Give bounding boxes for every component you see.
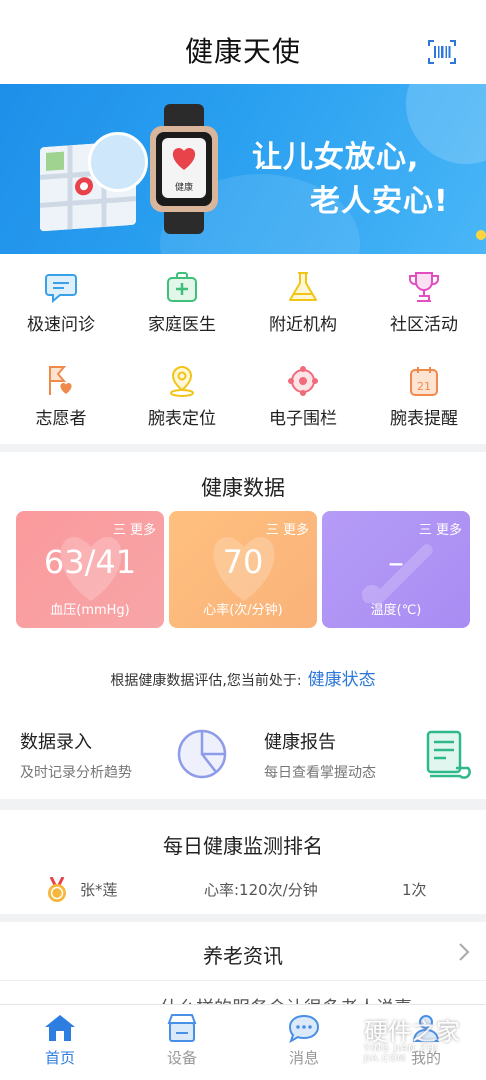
banner-slogan-line1: 让儿女放心, [252,140,420,175]
elderly-couple-avatar [88,132,148,192]
action-label: 家庭医生 [148,315,216,335]
watermark-logo-icon [322,1010,360,1054]
home-icon [45,1015,75,1041]
device-store-icon [167,1014,197,1042]
card-unit: 温度(℃) [370,603,422,618]
chat-consult-icon [45,274,77,304]
watermark-subtext: YING JIAN ZHI JIA.COM [364,1044,439,1064]
more-link[interactable]: 三 更多 [266,519,309,538]
watermark-text: 硬件之家 [364,1018,460,1046]
action-family-doctor[interactable]: 家庭医生 [122,270,242,335]
entry-title: 数据录入 [20,732,92,753]
geofence-icon [288,366,318,396]
trophy-icon [409,272,439,302]
action-label: 电子围栏 [269,409,337,429]
gold-medal-icon [48,877,66,902]
volunteer-icon [49,366,72,395]
watch-screen-label: 健康 [175,181,193,193]
section-title: 每日健康监测排名 [163,834,323,858]
section-title: 养老资讯 [203,944,283,968]
top-bar: 健康天使 [0,0,486,84]
card-unit: 心率(次/分钟) [203,603,283,618]
location-pin-icon [170,365,194,397]
medical-kit-icon [167,272,197,302]
app-title: 健康天使 [184,35,301,68]
health-status-line: 根据健康数据评估,您当前处于: 健康状态 [0,665,486,690]
status-prefix: 根据健康数据评估,您当前处于: [110,673,302,689]
divider [0,980,486,981]
calendar-day-glyph: 21 [417,380,431,393]
report-scroll-icon [426,730,471,779]
tab-devices[interactable]: 设备 [142,1013,222,1068]
banner-indicator [476,230,486,240]
temperature-card[interactable]: 三 更多 – 温度(℃) [322,511,470,628]
ranking-name: 张*莲 [80,881,118,899]
site-watermark: 硬件之家 YING JIAN ZHI JIA.COM [318,1004,478,1070]
data-entry-button[interactable]: 数据录入 及时记录分析趋势 [20,728,250,788]
health-data-section: 健康数据 三 更多 63/41 血压(mmHg) 三 更多 70 心率(次/分钟… [0,452,486,799]
action-label: 附近机构 [269,315,337,335]
section-title: 健康数据 [201,476,285,500]
chevron-right-icon[interactable] [458,942,470,962]
card-value: 63/41 [43,543,137,581]
entry-subtitle: 每日查看掌握动态 [264,765,376,781]
heart-rate-card[interactable]: 三 更多 70 心率(次/分钟) [169,511,317,628]
promo-banner[interactable]: 健康 让儿女放心, 老人安心! [0,84,486,254]
card-value: – [388,543,404,581]
elderly-news-section[interactable]: 养老资讯 什么样的服务会让很多老人说喜 [0,922,486,1004]
health-status-link[interactable]: 健康状态 [308,670,376,690]
action-nearby-institutions[interactable]: 附近机构 [243,270,363,335]
card-unit: 血压(mmHg) [50,603,130,618]
entry-title: 健康报告 [264,732,336,753]
tab-label: 首页 [44,1049,75,1067]
more-link[interactable]: 三 更多 [419,519,462,538]
daily-ranking-section: 每日健康监测排名 张*莲 心率:120次/分钟 1次 [0,810,486,914]
quick-actions-grid: 极速问诊 家庭医生 附近机构 社区活动 志愿者 腕表定位 电子围栏 21 腕表提… [0,254,486,444]
ranking-heart-rate: 心率:120次/分钟 [204,881,318,899]
calendar-reminder-icon: 21 [410,367,438,396]
smartwatch-illustration: 健康 [150,104,218,234]
action-label: 腕表定位 [148,409,216,429]
action-volunteer[interactable]: 志愿者 [1,364,121,429]
message-bubble-icon [288,1014,320,1043]
action-community-events[interactable]: 社区活动 [364,270,484,335]
action-watch-location[interactable]: 腕表定位 [122,364,242,429]
action-label: 极速问诊 [27,315,95,335]
news-headline-peek[interactable]: 什么样的服务会让很多老人说喜 [160,994,460,1004]
blood-pressure-card[interactable]: 三 更多 63/41 血压(mmHg) [16,511,164,628]
health-report-button[interactable]: 健康报告 每日查看掌握动态 [264,728,486,788]
pie-chart-icon [177,729,227,779]
action-label: 志愿者 [35,409,87,429]
action-label: 腕表提醒 [390,409,458,429]
tab-label: 设备 [166,1049,197,1067]
action-label: 社区活动 [390,315,458,335]
tab-home[interactable]: 首页 [20,1013,100,1068]
action-fast-consult[interactable]: 极速问诊 [1,270,121,335]
action-watch-reminder[interactable]: 21 腕表提醒 [364,364,484,429]
more-link[interactable]: 三 更多 [113,519,156,538]
banner-slogan-line2: 老人安心! [310,184,449,219]
action-geofence[interactable]: 电子围栏 [243,364,363,429]
flask-icon [289,272,317,301]
card-value: 70 [222,543,264,581]
entry-subtitle: 及时记录分析趋势 [20,765,132,781]
barcode-scan-icon[interactable] [428,40,456,64]
ranking-count: 1次 [402,881,427,899]
